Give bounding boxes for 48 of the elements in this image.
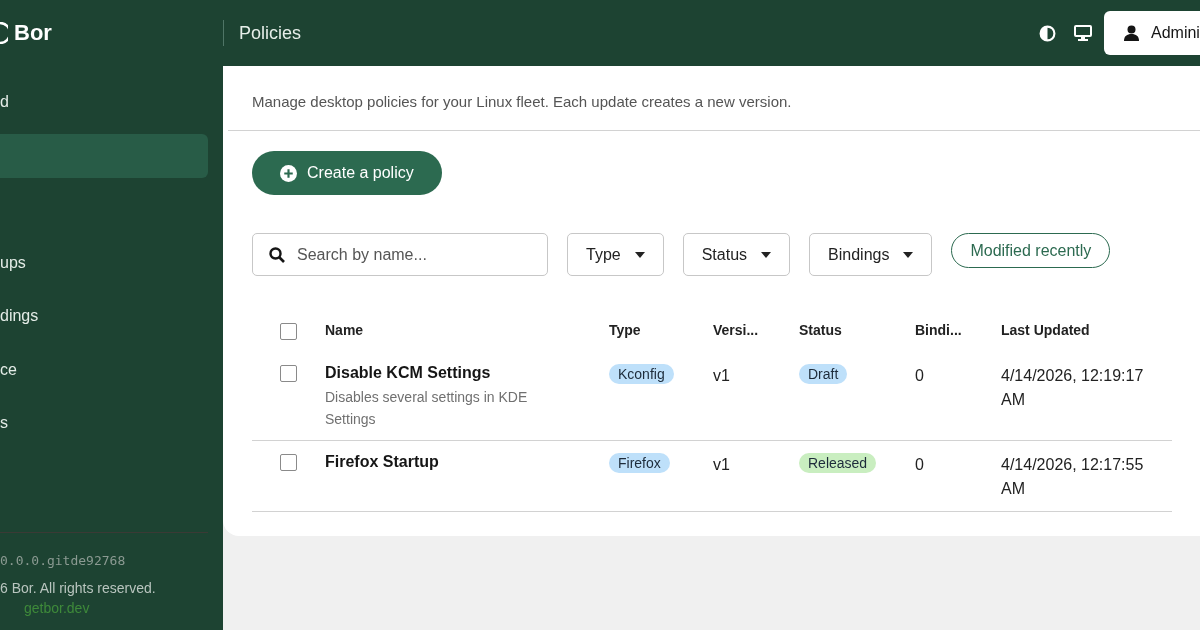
page-title: Policies <box>223 20 1039 46</box>
create-policy-button[interactable]: Create a policy <box>252 151 442 195</box>
search-field[interactable]: Search by name... <box>252 233 548 276</box>
status-tag: Draft <box>799 364 848 384</box>
version-cell-text: v1 <box>713 366 731 386</box>
user-icon <box>1124 25 1139 41</box>
user-menu-button[interactable]: Admini <box>1104 11 1200 55</box>
status-tag: Released <box>799 453 877 473</box>
monitor-icon[interactable] <box>1074 25 1092 41</box>
filter-dropdown[interactable]: Status <box>682 233 791 276</box>
sort-chip[interactable]: Modified recently <box>951 233 1111 268</box>
caret-icon <box>761 251 772 258</box>
search-icon <box>269 247 285 263</box>
sidebar-item[interactable]: d <box>0 80 208 124</box>
logo-icon <box>0 22 8 44</box>
type-tag: Firefox <box>609 453 670 473</box>
column-header: Status <box>799 322 843 338</box>
row-checkbox[interactable] <box>280 365 297 382</box>
copyright-text: 6 Bor. All rights reserved. <box>0 580 157 596</box>
bindings-cell-text: 0 <box>915 366 925 386</box>
column-header: Last Updated <box>1001 322 1091 338</box>
column-header: Versi... <box>713 322 760 338</box>
contrast-icon[interactable] <box>1039 24 1056 42</box>
sidebar-item[interactable]: ups <box>0 240 208 285</box>
policy-description: Disables several settings in KDE Settings <box>325 388 529 429</box>
caret-icon <box>634 251 645 258</box>
plus-circle-icon <box>280 164 297 182</box>
version-text: 0.0.0.gitde92768 <box>0 553 127 568</box>
sidebar-item[interactable]: s <box>0 401 208 445</box>
column-header: Name <box>325 322 365 338</box>
updated-cell-text: 4/14/2026, 12:19:17 AM <box>1001 366 1145 410</box>
caret-icon <box>903 251 914 258</box>
brand-name: Bor <box>14 20 52 46</box>
select-all-checkbox[interactable] <box>280 323 297 340</box>
row-checkbox[interactable] <box>280 454 297 471</box>
column-header: Bindi... <box>915 322 963 338</box>
policy-name: Disable KCM Settings <box>325 364 492 382</box>
policy-name: Firefox Startup <box>325 453 440 471</box>
sidebar-item[interactable]: ce <box>0 347 208 392</box>
bindings-cell-text: 0 <box>915 455 925 475</box>
filter-dropdown[interactable]: Type <box>567 233 664 276</box>
version-cell-text: v1 <box>713 455 731 475</box>
column-header: Type <box>609 322 642 338</box>
type-tag: Kconfig <box>609 364 674 384</box>
updated-cell-text: 4/14/2026, 12:17:55 AM <box>1001 455 1145 499</box>
filter-dropdown[interactable]: Bindings <box>809 233 933 276</box>
sidebar-item[interactable]: dings <box>0 294 208 338</box>
page-description: Manage desktop policies for your Linux fleet. Each update creates a new version. <box>228 66 1200 131</box>
